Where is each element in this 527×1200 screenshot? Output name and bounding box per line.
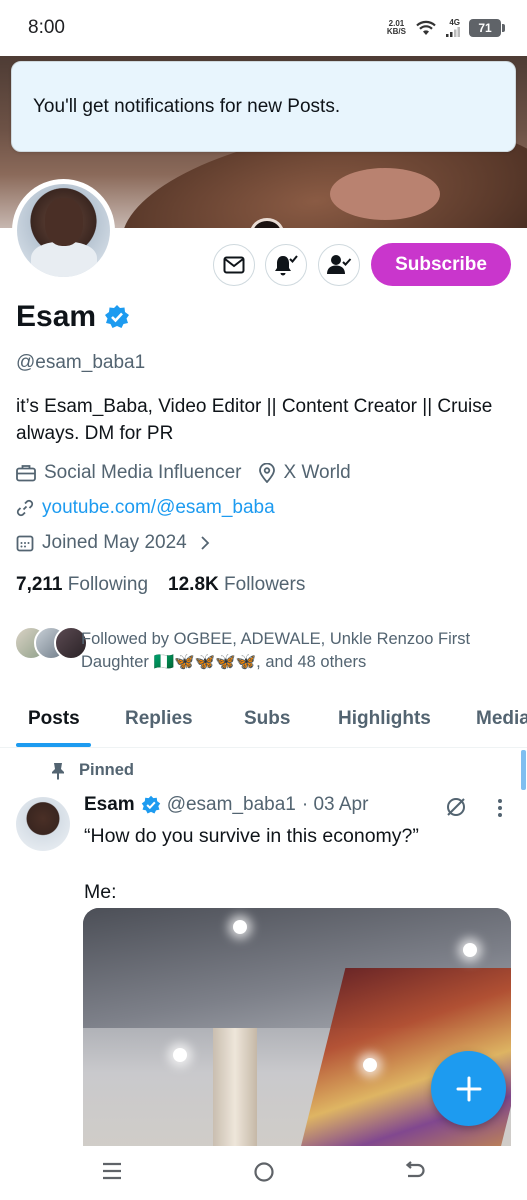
tab-subs[interactable]: Subs <box>244 690 290 730</box>
banner-photo-detail <box>330 168 440 220</box>
profile-meta-line-1: Social Media Influencer X World <box>16 462 351 484</box>
pinned-indicator: Pinned <box>51 761 134 780</box>
subscribe-label: Subscribe <box>395 253 487 275</box>
pin-icon <box>52 762 64 780</box>
home-icon[interactable] <box>253 1161 275 1183</box>
post-author-name[interactable]: Esam <box>84 794 135 816</box>
message-button[interactable] <box>213 244 255 286</box>
calendar-icon <box>16 535 34 552</box>
display-name: Esam <box>16 300 97 333</box>
mail-icon <box>223 256 245 274</box>
follow-status-button[interactable] <box>318 244 360 286</box>
profile-bio: it’s Esam_Baba, Video Editor || Content … <box>16 396 493 444</box>
system-navigation-bar <box>0 1146 527 1200</box>
following-link[interactable]: 7,211 Following <box>16 574 148 596</box>
subscribe-button[interactable]: Subscribe <box>371 243 511 286</box>
chevron-right-icon <box>201 536 209 550</box>
notifications-button[interactable] <box>265 244 307 286</box>
post-author-avatar[interactable] <box>16 797 70 851</box>
user-check-icon <box>327 255 352 274</box>
profile-name-row: Esam <box>16 300 130 334</box>
status-indicators: 2.01 KB/S 4G 71 <box>387 19 505 37</box>
status-time: 8:00 <box>28 17 65 38</box>
media-photo-light <box>363 1058 377 1072</box>
profile-tabs: Posts Replies Subs Highlights Media <box>0 690 527 748</box>
profile-avatar[interactable] <box>12 179 115 282</box>
profile-joined: Joined May 2024 <box>42 532 187 553</box>
recent-apps-icon[interactable] <box>101 1161 123 1181</box>
following-count: 7,211 <box>16 574 63 595</box>
profile-website-link[interactable]: youtube.com/@esam_baba <box>42 497 275 519</box>
wifi-icon <box>416 20 436 35</box>
followers-count: 12.8K <box>168 574 219 595</box>
profile-joined-row[interactable]: Joined May 2024 <box>16 532 219 554</box>
more-options-icon[interactable] <box>497 798 503 818</box>
bell-check-icon <box>275 255 298 276</box>
battery-level: 71 <box>478 21 492 35</box>
back-icon[interactable] <box>404 1161 426 1181</box>
status-bar: 8:00 2.01 KB/S 4G 71 <box>0 0 527 56</box>
location-pin-icon <box>258 463 275 483</box>
active-tab-indicator <box>16 743 91 747</box>
profile-category: Social Media Influencer <box>44 462 242 483</box>
post-author-handle[interactable]: @esam_baba1 <box>167 794 296 816</box>
media-photo-light <box>233 920 247 934</box>
post-text: “How do you survive in this economy?” Me… <box>84 825 419 903</box>
follow-counts: 7,211 Following 12.8K Followers <box>16 574 305 596</box>
avatar-photo-head <box>45 198 83 246</box>
profile-handle: @esam_baba1 <box>16 352 146 373</box>
tab-posts[interactable]: Posts <box>28 690 80 730</box>
avatar-photo-shirt <box>31 242 97 277</box>
post-header: Esam @esam_baba1 · 03 Apr <box>84 794 368 816</box>
briefcase-icon <box>16 465 36 482</box>
signal-bars-icon <box>446 27 460 37</box>
followed-by-text[interactable]: Followed by OGBEE, ADEWALE, Unkle Renzoo… <box>81 628 511 674</box>
followers-link[interactable]: 12.8K Followers <box>168 574 305 596</box>
followers-label: Followers <box>224 574 306 595</box>
tab-highlights[interactable]: Highlights <box>338 690 431 730</box>
notification-toast: You'll get notifications for new Posts. <box>11 61 516 152</box>
verified-badge-icon[interactable] <box>104 304 130 330</box>
tab-replies[interactable]: Replies <box>125 690 193 730</box>
tab-media[interactable]: Media <box>476 690 527 730</box>
battery-indicator: 71 <box>469 19 505 37</box>
media-photo-light <box>173 1048 187 1062</box>
grok-icon[interactable] <box>444 795 468 819</box>
toast-message: You'll get notifications for new Posts. <box>33 95 341 117</box>
network-type: 4G <box>449 18 460 27</box>
followed-by-avatars[interactable] <box>14 626 88 660</box>
cellular-signal: 4G <box>446 19 460 37</box>
profile-location: X World <box>283 462 351 483</box>
post-date: · 03 Apr <box>301 794 369 815</box>
plus-icon <box>456 1076 481 1101</box>
profile-website-row: youtube.com/@esam_baba <box>16 497 275 519</box>
following-label: Following <box>67 574 149 595</box>
media-photo-light <box>463 943 477 957</box>
network-speed-unit: KB/S <box>386 27 406 36</box>
pinned-label: Pinned <box>79 761 135 779</box>
compose-post-button[interactable] <box>431 1051 506 1126</box>
scrollbar-thumb[interactable] <box>521 750 526 790</box>
verified-badge-icon <box>141 795 160 814</box>
avatar-photo <box>17 184 110 277</box>
link-icon <box>16 499 34 517</box>
network-speed: 2.01 KB/S <box>387 20 406 36</box>
